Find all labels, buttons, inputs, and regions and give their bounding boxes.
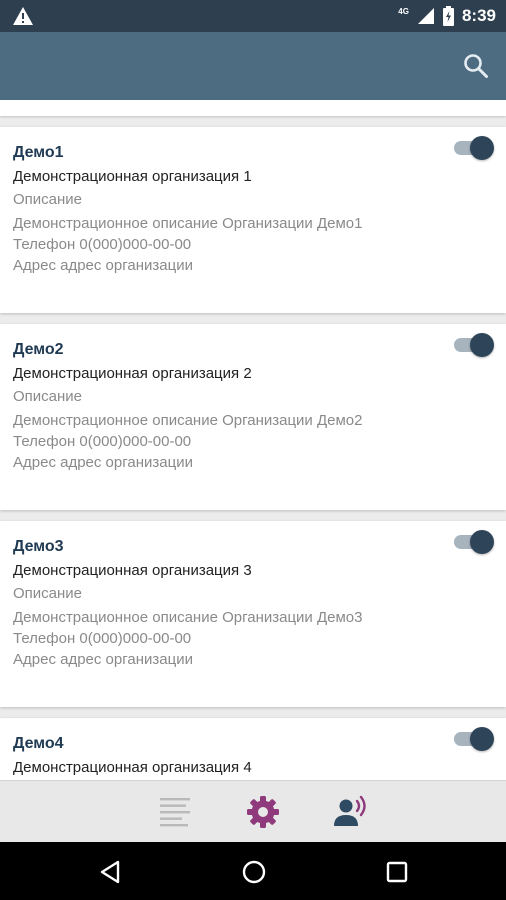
- status-bar: 4G 8:39: [0, 0, 506, 32]
- organization-address: Адрес адрес организации: [13, 651, 193, 668]
- warning-icon: [13, 7, 33, 25]
- organization-toggle[interactable]: [454, 726, 494, 751]
- app-bar: [0, 32, 506, 100]
- previous-card-edge: [0, 100, 506, 116]
- home-icon[interactable]: [241, 859, 267, 885]
- organization-name: Демо1: [13, 144, 64, 161]
- list-icon[interactable]: [157, 794, 193, 830]
- organization-card[interactable]: Демо1 Демонстрационная организация 1 Опи…: [0, 127, 506, 313]
- bottom-navigation: [0, 780, 506, 842]
- toggle-thumb: [470, 727, 494, 751]
- description-label: Описание: [13, 388, 83, 405]
- organization-address: Адрес адрес организации: [13, 257, 193, 274]
- organization-name: Демо2: [13, 341, 64, 358]
- back-icon[interactable]: [98, 859, 124, 885]
- description-label: Описание: [13, 585, 83, 602]
- organization-full-name: Демонстрационная организация 4: [13, 759, 252, 776]
- organization-full-name: Демонстрационная организация 1: [13, 168, 252, 185]
- system-navigation-bar: [0, 842, 506, 900]
- network-type: 4G: [398, 6, 409, 16]
- organization-card[interactable]: Демо2 Демонстрационная организация 2 Опи…: [0, 324, 506, 510]
- recents-icon[interactable]: [384, 859, 410, 885]
- organization-toggle[interactable]: [454, 529, 494, 554]
- organization-description: Демонстрационное описание Организации Де…: [13, 412, 363, 429]
- organization-name: Демо4: [13, 735, 64, 752]
- search-icon[interactable]: [462, 52, 490, 80]
- organization-description: Демонстрационное описание Организации Де…: [13, 609, 363, 626]
- battery-charging-icon: [442, 6, 454, 26]
- organization-list[interactable]: Демо1 Демонстрационная организация 1 Опи…: [0, 100, 506, 780]
- organization-card[interactable]: Демо3 Демонстрационная организация 3 Опи…: [0, 521, 506, 707]
- organization-toggle[interactable]: [454, 135, 494, 160]
- toggle-thumb: [470, 333, 494, 357]
- organization-name: Демо3: [13, 538, 64, 555]
- toggle-thumb: [470, 136, 494, 160]
- organization-phone: Телефон 0(000)000-00-00: [13, 433, 192, 450]
- organization-full-name: Демонстрационная организация 3: [13, 562, 252, 579]
- settings-gear-icon[interactable]: [245, 794, 281, 830]
- organization-card[interactable]: Демо4 Демонстрационная организация 4: [0, 718, 506, 780]
- organization-address: Адрес адрес организации: [13, 454, 193, 471]
- organization-phone: Телефон 0(000)000-00-00: [13, 236, 192, 253]
- organization-toggle[interactable]: [454, 332, 494, 357]
- organization-phone: Телефон 0(000)000-00-00: [13, 630, 192, 647]
- clock: 8:39: [461, 6, 496, 25]
- organization-full-name: Демонстрационная организация 2: [13, 365, 252, 382]
- organization-description: Демонстрационное описание Организации Де…: [13, 215, 363, 232]
- description-label: Описание: [13, 191, 83, 208]
- contact-broadcast-icon[interactable]: [333, 794, 369, 830]
- signal-icon: [417, 8, 434, 24]
- toggle-thumb: [470, 530, 494, 554]
